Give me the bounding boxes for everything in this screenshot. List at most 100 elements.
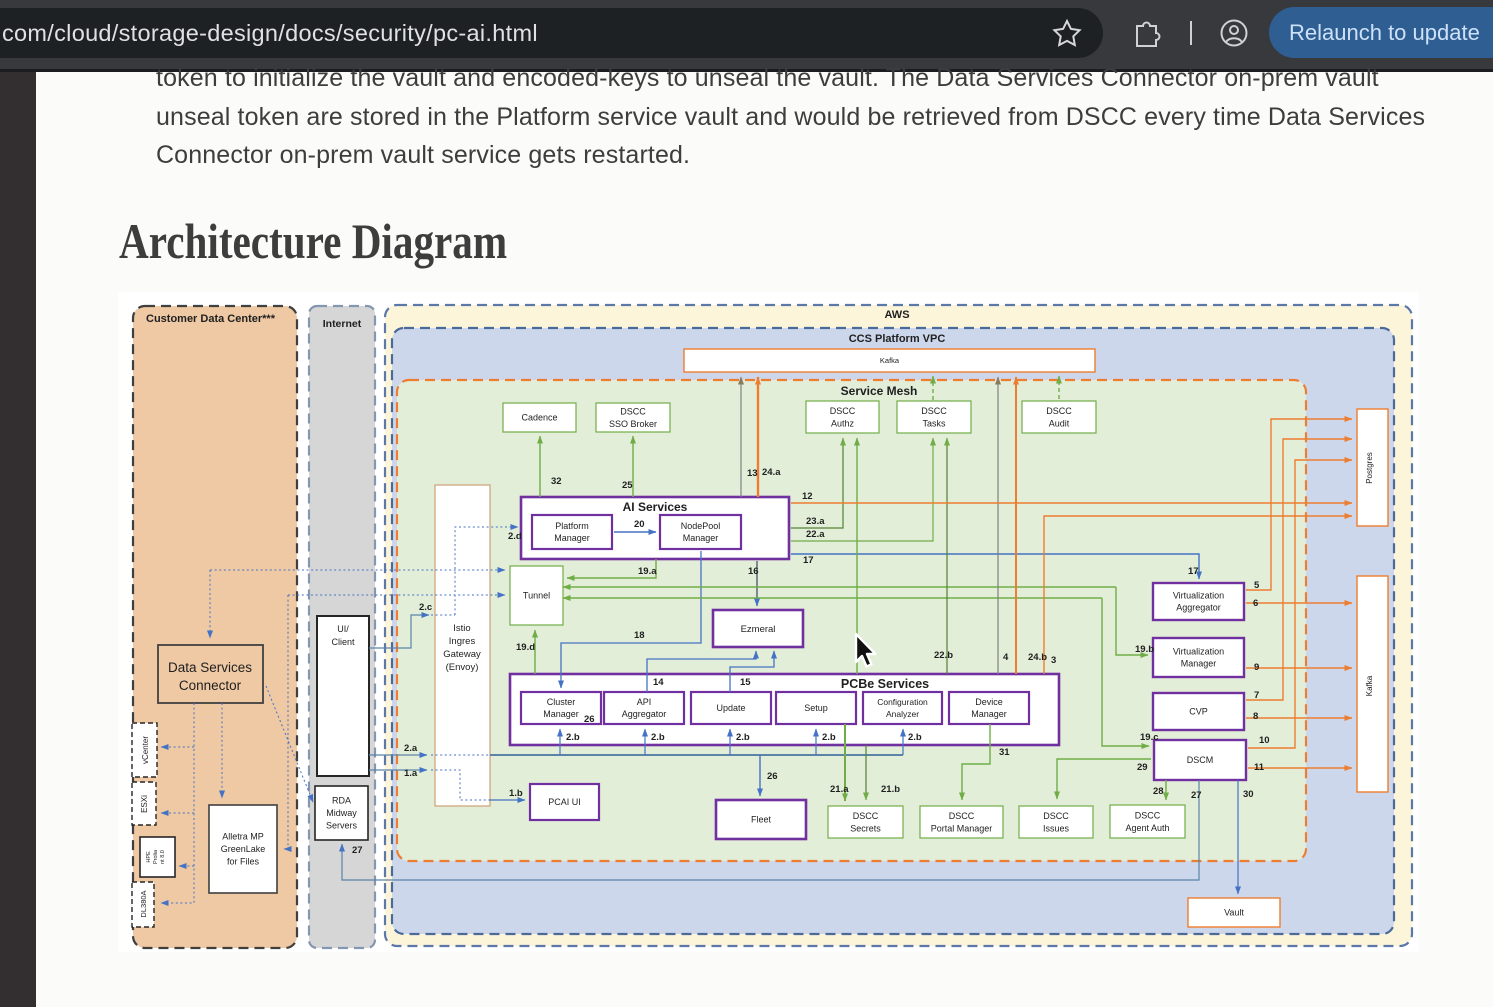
- svg-text:Platform: Platform: [555, 521, 589, 531]
- svg-text:12: 12: [802, 491, 813, 502]
- svg-text:24.a: 24.a: [762, 467, 781, 478]
- svg-text:Client: Client: [331, 637, 355, 647]
- svg-text:Ezmeral: Ezmeral: [741, 624, 776, 635]
- svg-text:9: 9: [1254, 662, 1259, 673]
- svg-text:5: 5: [1254, 580, 1260, 591]
- svg-text:Vault: Vault: [1224, 908, 1244, 918]
- svg-text:(Envoy): (Envoy): [446, 662, 479, 673]
- svg-text:2.b: 2.b: [736, 732, 750, 743]
- svg-text:DSCC: DSCC: [949, 811, 975, 821]
- svg-text:Midway: Midway: [326, 808, 357, 818]
- svg-text:Istio: Istio: [453, 623, 470, 634]
- svg-text:RDA: RDA: [332, 796, 351, 806]
- svg-text:Cluster: Cluster: [547, 697, 576, 707]
- svg-text:Tasks: Tasks: [922, 418, 946, 428]
- svg-text:27: 27: [1191, 790, 1202, 801]
- svg-text:API: API: [637, 697, 652, 707]
- svg-text:DSCC: DSCC: [921, 406, 947, 416]
- svg-text:Cadence: Cadence: [521, 413, 557, 423]
- svg-text:24.b: 24.b: [1028, 652, 1047, 663]
- svg-text:Service Mesh: Service Mesh: [841, 384, 918, 398]
- svg-text:DSCC: DSCC: [1046, 406, 1072, 416]
- svg-text:SSO Broker: SSO Broker: [609, 419, 657, 429]
- svg-text:2.a: 2.a: [404, 743, 418, 754]
- svg-text:Configuration: Configuration: [877, 697, 928, 707]
- svg-text:30: 30: [1243, 789, 1254, 800]
- svg-text:AWS: AWS: [884, 309, 909, 321]
- svg-text:15: 15: [740, 677, 751, 688]
- svg-text:22.b: 22.b: [934, 650, 953, 661]
- svg-text:17: 17: [1188, 566, 1199, 577]
- svg-text:18: 18: [634, 630, 645, 641]
- svg-text:Fleet: Fleet: [751, 815, 772, 825]
- svg-text:27: 27: [352, 845, 363, 856]
- svg-text:26: 26: [767, 771, 778, 782]
- svg-text:Ingres: Ingres: [449, 636, 476, 647]
- svg-text:2.b: 2.b: [651, 732, 665, 743]
- svg-text:1.a: 1.a: [404, 768, 418, 779]
- svg-text:1.b: 1.b: [509, 788, 523, 799]
- svg-text:7: 7: [1254, 690, 1259, 701]
- svg-text:DSCC: DSCC: [853, 811, 879, 821]
- svg-text:Authz: Authz: [831, 418, 855, 428]
- svg-text:13: 13: [747, 468, 758, 479]
- svg-text:32: 32: [551, 476, 562, 487]
- svg-text:16: 16: [748, 566, 759, 577]
- svg-text:Virtualization: Virtualization: [1173, 647, 1224, 657]
- svg-text:Issues: Issues: [1043, 823, 1070, 833]
- svg-text:Kafka: Kafka: [1365, 675, 1374, 696]
- svg-text:vCenter: vCenter: [141, 736, 150, 764]
- svg-text:GreenLake: GreenLake: [221, 844, 266, 854]
- svg-text:Agent Auth: Agent Auth: [1125, 823, 1169, 833]
- svg-text:25: 25: [622, 480, 633, 491]
- svg-text:21.b: 21.b: [881, 784, 900, 795]
- svg-text:PCBe Services: PCBe Services: [841, 677, 929, 691]
- svg-text:19.a: 19.a: [638, 566, 657, 577]
- svg-text:2.b: 2.b: [566, 732, 580, 743]
- svg-text:nt 8.0: nt 8.0: [160, 850, 166, 864]
- svg-text:29: 29: [1137, 762, 1148, 773]
- svg-text:19.d: 19.d: [516, 642, 535, 653]
- svg-text:CCS Platform VPC: CCS Platform VPC: [849, 333, 946, 345]
- svg-text:4: 4: [1003, 652, 1009, 663]
- svg-text:Aggregator: Aggregator: [622, 709, 667, 719]
- svg-text:31: 31: [999, 747, 1010, 758]
- svg-text:2.d: 2.d: [508, 531, 522, 542]
- svg-text:HPE: HPE: [146, 851, 152, 863]
- svg-text:2.b: 2.b: [908, 732, 922, 743]
- svg-text:2.c: 2.c: [419, 602, 432, 613]
- svg-text:Internet: Internet: [323, 318, 362, 330]
- svg-text:Update: Update: [716, 703, 745, 713]
- svg-text:ESXi: ESXi: [140, 795, 149, 813]
- svg-text:Tunnel: Tunnel: [523, 591, 550, 601]
- svg-text:26: 26: [584, 714, 595, 725]
- svg-text:Virtualization: Virtualization: [1173, 591, 1224, 601]
- svg-text:Data Services: Data Services: [168, 660, 252, 675]
- svg-text:Device: Device: [975, 697, 1003, 707]
- svg-text:DSCC: DSCC: [1135, 810, 1161, 820]
- svg-text:Aggregator: Aggregator: [1176, 603, 1221, 613]
- svg-text:28: 28: [1153, 786, 1164, 797]
- svg-text:UI/: UI/: [337, 624, 349, 634]
- svg-text:20: 20: [634, 519, 645, 530]
- svg-text:Manager: Manager: [554, 533, 590, 543]
- svg-text:DSCC: DSCC: [830, 406, 856, 416]
- svg-text:19.b: 19.b: [1135, 644, 1154, 655]
- svg-text:Analyzer: Analyzer: [886, 709, 919, 719]
- svg-text:Audit: Audit: [1049, 418, 1070, 428]
- svg-text:19.c: 19.c: [1140, 732, 1159, 743]
- svg-text:11: 11: [1254, 762, 1265, 773]
- svg-text:Manager: Manager: [971, 709, 1007, 719]
- svg-text:Setup: Setup: [804, 703, 828, 713]
- svg-text:DSCC: DSCC: [1043, 811, 1069, 821]
- svg-text:DSCC: DSCC: [620, 406, 646, 416]
- svg-text:Secrets: Secrets: [850, 823, 881, 833]
- svg-text:Customer Data Center***: Customer Data Center***: [146, 313, 276, 325]
- svg-text:22.a: 22.a: [806, 529, 825, 540]
- svg-text:DL380A: DL380A: [139, 890, 148, 917]
- svg-text:10: 10: [1259, 735, 1270, 746]
- svg-text:Kafka: Kafka: [880, 356, 900, 365]
- svg-text:Connector: Connector: [179, 678, 242, 693]
- svg-text:Manager: Manager: [1181, 659, 1217, 669]
- svg-text:AI Services: AI Services: [623, 500, 688, 514]
